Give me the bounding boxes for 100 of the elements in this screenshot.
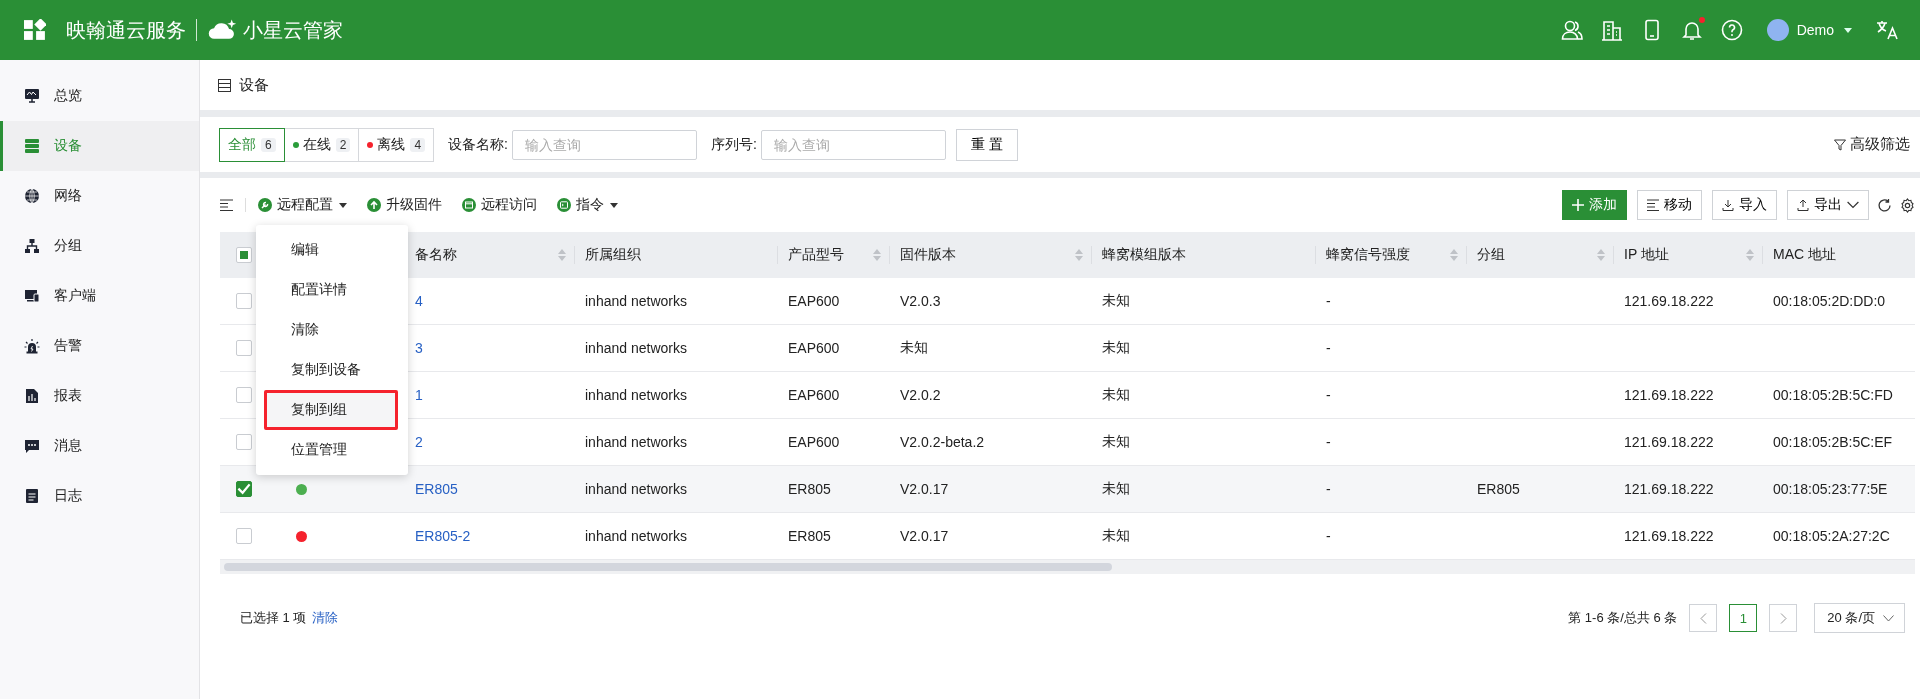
toolbar-action[interactable]: 远程访问 [462,196,537,214]
sidebar-item[interactable]: 日志 [0,471,199,521]
bell-icon[interactable] [1680,19,1703,41]
table-cell: V2.0.3 [900,293,941,309]
table-cell: 121.69.18.222 [1624,528,1714,544]
menu-item[interactable]: 位置管理 [256,430,408,470]
table-cell: inhand networks [585,387,687,403]
column-header: 蜂窝模组版本 [1102,246,1186,264]
table-cell: inhand networks [585,293,687,309]
settings-icon[interactable] [1900,197,1915,213]
browser-icon [462,198,476,212]
previous-page-button[interactable] [1689,604,1718,632]
table-cell: 121.69.18.222 [1624,387,1714,403]
menu-item[interactable]: 复制到组 [264,390,398,430]
row-checkbox[interactable] [236,434,252,450]
toolbar-button[interactable]: 导入 [1712,190,1777,220]
search-field[interactable]: 输入查询 [511,129,697,160]
translate-icon[interactable] [1876,19,1898,41]
device-link[interactable]: 4 [415,293,423,309]
tab-label: 在线 [302,135,331,154]
toolbar-button[interactable]: 添加 [1562,190,1627,220]
list-toggle-icon[interactable] [220,199,233,211]
help-icon[interactable] [1720,19,1743,41]
filter-tab[interactable]: 离线 4 [358,127,435,162]
table-cell: - [1326,387,1331,403]
menu-item[interactable]: 配置详情 [256,270,408,310]
toolbar-action[interactable]: 指令 [557,196,618,214]
globe-icon [24,188,40,204]
caret-icon [1844,27,1852,33]
grid-icon[interactable] [24,19,46,41]
table-cell: - [1326,528,1331,544]
device-link[interactable]: 1 [415,387,423,403]
sidebar-item[interactable]: 分组 [0,221,199,271]
table-cell: - [1326,481,1331,497]
plus-icon [1572,199,1584,211]
table-cell: inhand networks [585,481,687,497]
toolbar-action[interactable]: 远程配置 [258,196,347,214]
toolbar-button[interactable]: 导出 [1787,190,1869,220]
chevron-down-icon [1883,614,1894,622]
refresh-icon[interactable] [1877,197,1892,213]
sidebar-item[interactable]: 网络 [0,171,199,221]
table-cell: V2.0.17 [900,528,949,544]
search-field[interactable]: 输入查询 [760,129,946,160]
sidebar-item[interactable]: 消息 [0,421,199,471]
table-cell: 00:18:05:2D:DD:0 [1773,293,1886,309]
filter-tab[interactable]: 全部 6 [219,127,285,162]
device-link[interactable]: 3 [415,340,423,356]
advanced-filter-link[interactable]: 高级筛选 [1834,135,1910,154]
next-page-button[interactable] [1769,604,1798,632]
upload-icon [1797,199,1809,211]
sort-icon[interactable] [1450,249,1458,261]
clear-link[interactable]: 清除 [312,609,339,627]
sort-icon[interactable] [1075,249,1083,261]
page-size-select[interactable]: 20 条/页 [1814,603,1905,633]
devices-icon [24,288,40,304]
sidebar-item[interactable]: 总览 [0,71,199,121]
row-checkbox[interactable] [236,481,252,497]
table-cell: EAP600 [788,387,840,403]
row-checkbox[interactable] [236,340,252,356]
sidebar-item[interactable]: 客户端 [0,271,199,321]
row-checkbox[interactable] [236,293,252,309]
row-checkbox[interactable] [236,387,252,403]
sort-icon[interactable] [1597,249,1605,261]
table-cell: V2.0.2 [900,387,941,403]
sort-icon[interactable] [873,249,881,261]
user-name[interactable]: Demo [1796,22,1834,38]
row-checkbox[interactable] [236,528,252,544]
users-icon[interactable] [1560,19,1583,41]
sort-icon[interactable] [1746,249,1754,261]
device-link[interactable]: 2 [415,434,423,450]
sidebar-item[interactable]: 告警 [0,321,199,371]
toolbar-button[interactable]: 移动 [1637,190,1702,220]
report-icon [24,388,40,404]
avatar[interactable] [1766,19,1789,41]
selection-count: 已选择 1 项 [240,609,307,627]
select-all-checkbox[interactable] [236,247,252,263]
table-cell: 121.69.18.222 [1624,293,1714,309]
sidebar-item[interactable]: 设备 [0,121,199,171]
sidebar-item[interactable]: 报表 [0,371,199,421]
menu-item[interactable]: 清除 [256,310,408,350]
document-icon [24,488,40,504]
monitor-icon [24,88,40,104]
server-icon [24,138,40,154]
table-cell: 121.69.18.222 [1624,434,1714,450]
device-link[interactable]: ER805-2 [415,528,471,544]
siren-icon [24,338,40,354]
column-header: 蜂窝信号强度 [1326,246,1410,264]
reset-button[interactable]: 重 置 [955,128,1018,161]
menu-item[interactable]: 复制到设备 [256,350,408,390]
table-cell: EAP600 [788,340,840,356]
filter-tab[interactable]: 在线 2 [283,127,360,162]
count-badge: 2 [335,137,351,152]
upload-icon [367,198,381,212]
scrollbar-thumb[interactable] [224,563,1112,571]
building-icon[interactable] [1600,19,1623,41]
toolbar-action[interactable]: 升级固件 [367,196,442,214]
page-button[interactable]: 1 [1729,604,1758,632]
device-link[interactable]: ER805 [415,481,458,497]
menu-item[interactable]: 编辑 [256,230,408,270]
sort-icon[interactable] [558,249,566,261]
